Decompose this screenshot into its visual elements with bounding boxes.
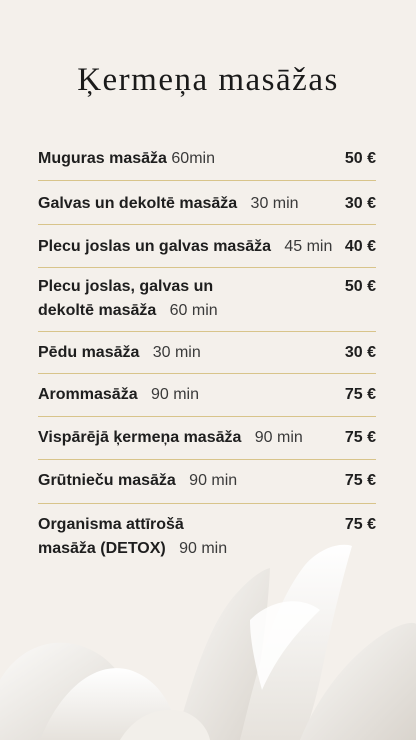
service-name: Grūtnieču masāža bbox=[38, 472, 176, 489]
service-name: Galvas un dekoltē masāža bbox=[38, 195, 238, 212]
service-duration: 90 min bbox=[254, 429, 303, 446]
service-price-list: Muguras masāža 60min 50 € Galvas un deko… bbox=[38, 138, 376, 564]
service-row: Grūtnieču masāža 90 min 75 € bbox=[38, 460, 376, 504]
service-duration: 60 min bbox=[169, 302, 218, 319]
service-name: Muguras masāža bbox=[38, 150, 167, 167]
service-duration: 30 min bbox=[152, 344, 201, 361]
service-duration: 90 min bbox=[150, 386, 199, 403]
service-duration: 60min bbox=[171, 150, 215, 167]
service-row: Pēdu masāža 30 min 30 € bbox=[38, 332, 376, 374]
page-title: Ķermeņa masāžas bbox=[77, 62, 339, 98]
service-row: Vispārējā ķermeņa masāža 90 min 75 € bbox=[38, 417, 376, 460]
service-name-line2: masāža (DETOX) bbox=[38, 540, 166, 557]
service-duration: 30 min bbox=[250, 195, 299, 212]
service-duration: 90 min bbox=[179, 540, 228, 557]
service-name: Arommasāža bbox=[38, 386, 138, 403]
service-price: 75 € bbox=[344, 429, 376, 446]
service-name-line1: Plecu joslas, galvas un bbox=[38, 278, 214, 295]
service-price: 50 € bbox=[344, 278, 376, 295]
service-row: Plecu joslas un galvas masāža 45 min 40 … bbox=[38, 225, 376, 268]
service-price: 50 € bbox=[344, 150, 376, 167]
service-price: 75 € bbox=[344, 516, 376, 533]
service-row: Galvas un dekoltē masāža 30 min 30 € bbox=[38, 181, 376, 225]
service-name-line2: dekoltē masāža bbox=[38, 302, 157, 319]
price-list-page: Ķermeņa masāžas Muguras masāža 60min 50 … bbox=[0, 0, 416, 740]
service-name: Plecu joslas un galvas masāža bbox=[38, 238, 272, 255]
service-duration: 90 min bbox=[189, 472, 238, 489]
service-row: Arommasāža 90 min 75 € bbox=[38, 374, 376, 417]
service-duration: 45 min bbox=[284, 238, 333, 255]
service-price: 75 € bbox=[344, 386, 376, 403]
white-flower-decoration bbox=[0, 544, 416, 740]
service-name: Pēdu masāža bbox=[38, 344, 140, 361]
service-row: Organisma attīrošā masāža (DETOX) 90 min… bbox=[38, 504, 376, 564]
service-price: 30 € bbox=[344, 195, 376, 212]
service-name-line1: Organisma attīrošā bbox=[38, 516, 184, 533]
service-name: Vispārējā ķermeņa masāža bbox=[38, 429, 242, 446]
service-row: Muguras masāža 60min 50 € bbox=[38, 138, 376, 181]
service-price: 75 € bbox=[344, 472, 376, 489]
service-price: 30 € bbox=[344, 344, 376, 361]
service-price: 40 € bbox=[344, 238, 376, 255]
service-row: Plecu joslas, galvas un dekoltē masāža 6… bbox=[38, 268, 376, 332]
